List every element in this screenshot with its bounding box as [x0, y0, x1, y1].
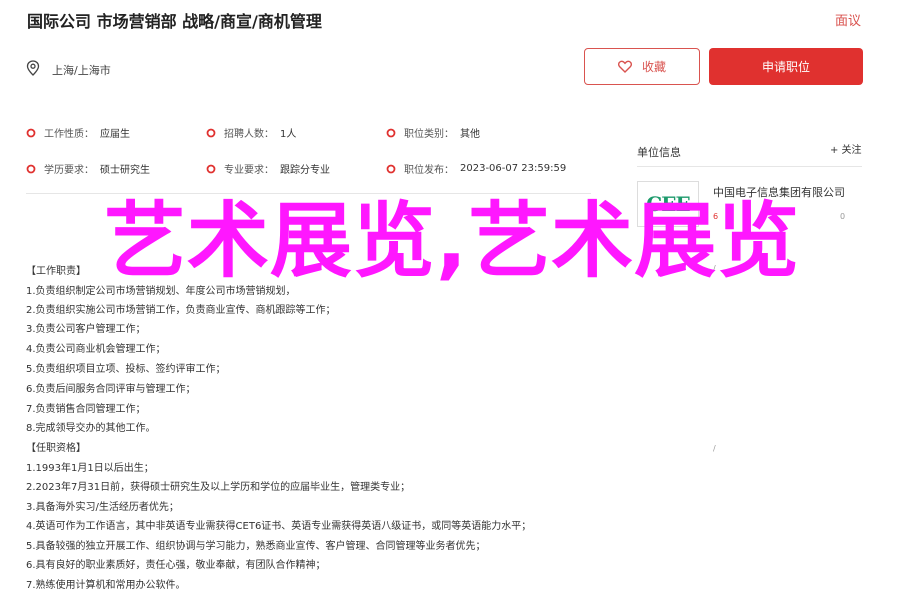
- attr-label: 学历要求：: [44, 165, 94, 176]
- requirement-line: 1.1993年1月1日以后出生；: [26, 463, 154, 474]
- requirement-line: 5.具备较强的独立开展工作、组织协调与学习能力，熟悉商业宣传、客户管理、合同管理…: [26, 541, 486, 552]
- company-meta: /: [713, 444, 716, 453]
- company-section-title: 单位信息: [637, 146, 681, 159]
- divider: [637, 166, 862, 167]
- location-pin-icon: [26, 60, 40, 76]
- location-pin-icon: [386, 164, 396, 173]
- duty-line: 8.完成领导交办的其他工作。: [26, 423, 156, 434]
- requirement-line: 7.熟练使用计算机和常用办公软件。: [26, 580, 186, 591]
- attr-updated: 职位发布： 2023-06-07 23:59:59: [386, 161, 566, 176]
- attr-category: 职位类别： 其他: [386, 125, 480, 140]
- requirement-line: 3.具备海外实习/生活经历者优先；: [26, 502, 179, 513]
- attr-value: 硕士研究生: [100, 165, 150, 176]
- duty-line: 2.负责组织实施公司市场营销工作，负责商业宣传、商机跟踪等工作；: [26, 305, 336, 316]
- duty-line: 5.负责组织项目立项、投标、签约评审工作；: [26, 364, 226, 375]
- attr-label: 职位发布：: [404, 165, 454, 176]
- salary-text: 面议: [835, 14, 862, 29]
- attr-value: 应届生: [100, 129, 130, 140]
- attr-label: 招聘人数：: [224, 129, 274, 140]
- attr-label: 职位类别：: [404, 129, 454, 140]
- attr-major: 专业要求： 跟踪分专业: [206, 161, 330, 176]
- attr-work-type: 工作性质： 应届生: [26, 125, 130, 140]
- requirements-heading: 【任职资格】: [26, 443, 86, 454]
- attr-label: 专业要求：: [224, 165, 274, 176]
- location-pin-icon: [386, 128, 396, 137]
- attr-value: 1人: [280, 129, 297, 140]
- duty-line: 4.负责公司商业机会管理工作；: [26, 344, 166, 355]
- job-title: 国际公司 市场营销部 战略/商宣/商机管理: [27, 12, 322, 31]
- follow-button[interactable]: + 关注: [830, 141, 862, 156]
- duty-line: 3.负责公司客户管理工作；: [26, 324, 146, 335]
- heart-icon: [617, 60, 632, 73]
- apply-label: 申请职位: [761, 60, 810, 74]
- location-pin-icon: [26, 164, 36, 173]
- attr-label: 工作性质：: [44, 129, 94, 140]
- attr-headcount: 招聘人数： 1人: [206, 125, 296, 140]
- duty-line: 7.负责销售合同管理工作；: [26, 404, 146, 415]
- attr-education: 学历要求： 硕士研究生: [26, 161, 150, 176]
- location-pin-icon: [26, 128, 36, 137]
- favorite-button[interactable]: 收藏: [584, 48, 700, 85]
- overlay-watermark-text: 艺术展览,艺术展览: [103, 194, 801, 289]
- location-text: 上海/上海市: [52, 64, 111, 77]
- requirement-line: 4.英语可作为工作语言，其中非英语专业需获得CET6证书、英语专业需获得英语八级…: [26, 521, 532, 532]
- requirement-line: 2.2023年7月31日前，获得硕士研究生及以上学历和学位的应届毕业生，管理类专…: [26, 482, 411, 493]
- attr-value: 其他: [460, 129, 480, 140]
- duty-line: 6.负责后间服务合同评审与管理工作；: [26, 384, 196, 395]
- attr-value: 2023-06-07 23:59:59: [460, 163, 567, 174]
- attr-value: 跟踪分专业: [280, 165, 330, 176]
- requirement-line: 6.具有良好的职业素质好，责任心强，敬业奉献，有团队合作精神；: [26, 560, 326, 571]
- location-pin-icon: [206, 164, 216, 173]
- favorite-label: 收藏: [641, 60, 666, 74]
- location-pin-icon: [206, 128, 216, 137]
- apply-button[interactable]: 申请职位: [709, 48, 863, 85]
